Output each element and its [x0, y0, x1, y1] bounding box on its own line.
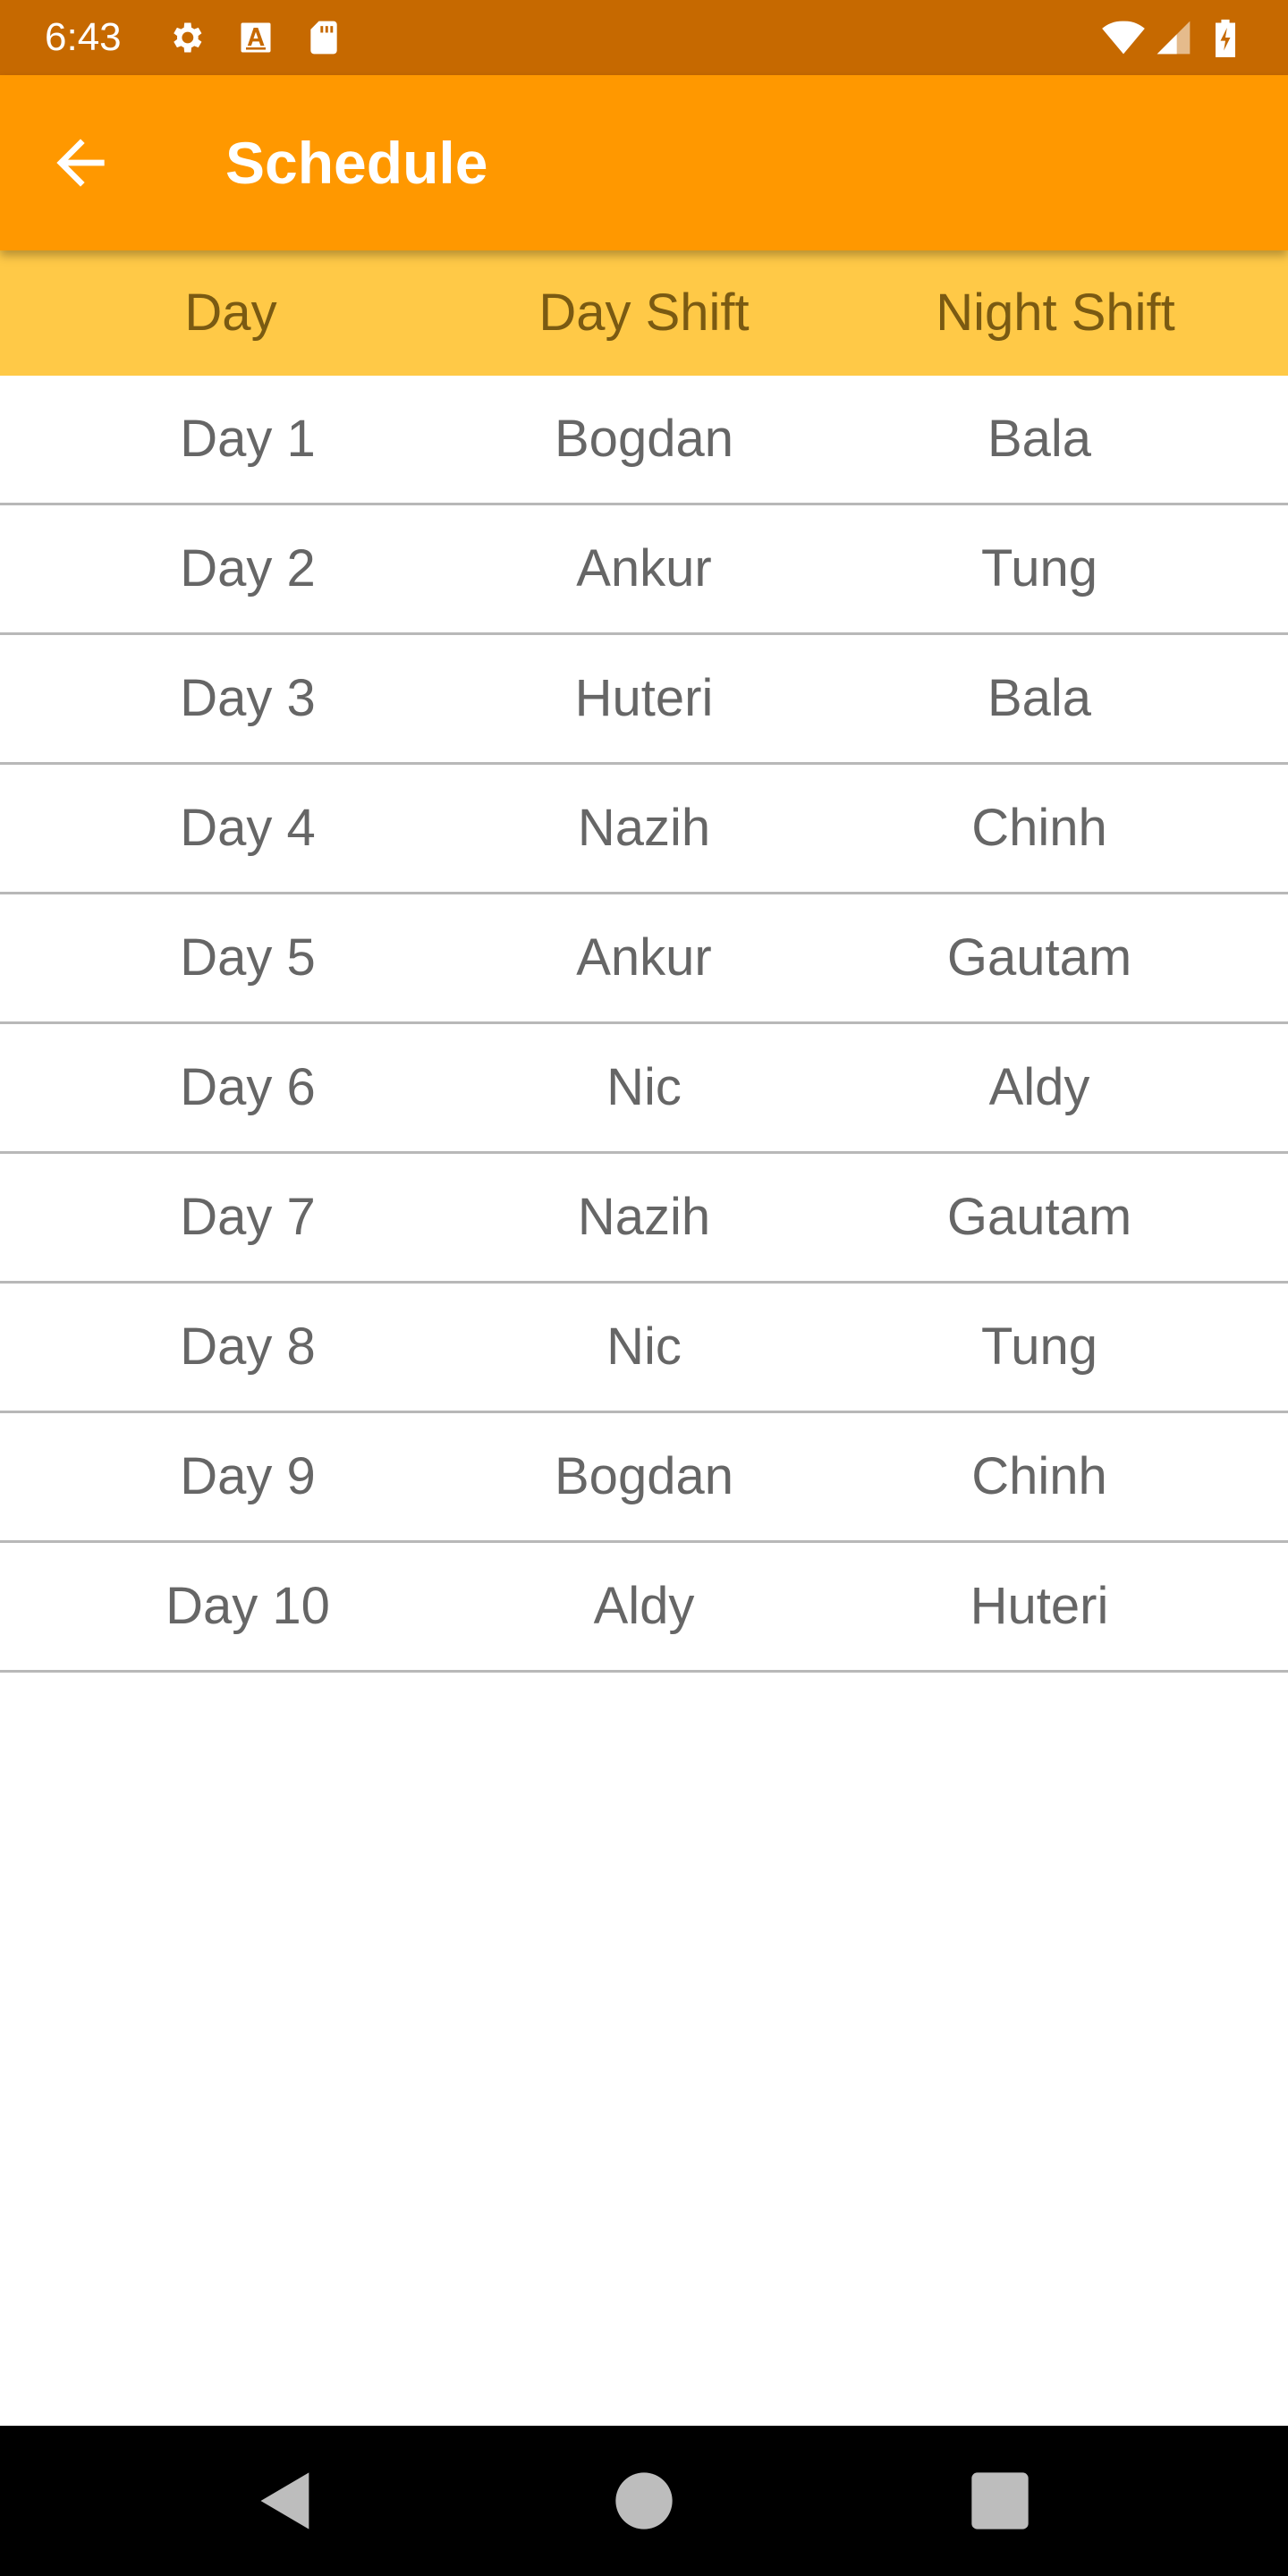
table-row[interactable]: Day 5 Ankur Gautam: [0, 894, 1288, 1024]
cell-night-shift: Tung: [980, 539, 1098, 597]
cell-night-shift: Chinh: [971, 799, 1107, 857]
cell-day: Day 8: [180, 1318, 316, 1376]
cell-day-shift: Ankur: [576, 928, 712, 987]
schedule-table-body: Day 1 Bogdan Bala Day 2 Ankur Tung Day 3…: [0, 376, 1288, 1673]
signal-icon: [1154, 18, 1193, 57]
table-row[interactable]: Day 6 Nic Aldy: [0, 1024, 1288, 1154]
wifi-icon: [1098, 18, 1148, 57]
cell-day: Day 2: [180, 539, 316, 597]
cell-day-shift: Ankur: [576, 539, 712, 597]
cell-night-shift: Bala: [987, 669, 1092, 727]
cell-day-shift: Huteri: [574, 669, 714, 727]
cell-day-shift: Nazih: [577, 1188, 711, 1246]
table-row[interactable]: Day 3 Huteri Bala: [0, 635, 1288, 765]
nav-home-button[interactable]: [610, 2467, 678, 2535]
page-title: Schedule: [225, 130, 488, 196]
cell-day: Day 5: [180, 928, 316, 987]
cell-day: Day 4: [180, 799, 316, 857]
cell-night-shift: Aldy: [988, 1058, 1090, 1116]
header-day-shift: Day Shift: [538, 284, 750, 342]
table-row[interactable]: Day 4 Nazih Chinh: [0, 765, 1288, 894]
battery-charging-icon: [1209, 18, 1241, 57]
nav-home-icon: [615, 2472, 673, 2529]
schedule-screen: 6:43 Schedule Day Day Shift Night Shift …: [0, 0, 1288, 2576]
cell-day-shift: Aldy: [593, 1577, 695, 1635]
table-row[interactable]: Day 2 Ankur Tung: [0, 505, 1288, 635]
cell-day-shift: Bogdan: [555, 1447, 733, 1505]
status-bar: 6:43: [0, 0, 1288, 75]
cell-night-shift: Bala: [987, 410, 1092, 468]
nav-back-button[interactable]: [252, 2467, 320, 2535]
table-row[interactable]: Day 7 Nazih Gautam: [0, 1154, 1288, 1284]
table-row[interactable]: Day 9 Bogdan Chinh: [0, 1413, 1288, 1543]
nav-back-icon: [260, 2472, 309, 2529]
table-row[interactable]: Day 8 Nic Tung: [0, 1284, 1288, 1413]
cell-day: Day 10: [165, 1577, 330, 1635]
app-bar: Schedule: [0, 75, 1288, 250]
cell-day-shift: Nic: [606, 1058, 682, 1116]
table-row[interactable]: Day 1 Bogdan Bala: [0, 376, 1288, 505]
nav-recents-button[interactable]: [966, 2467, 1034, 2535]
cell-day: Day 3: [180, 669, 316, 727]
nav-recents-icon: [971, 2472, 1029, 2529]
system-navigation-bar: [0, 2426, 1288, 2576]
header-night-shift: Night Shift: [936, 284, 1175, 342]
cell-night-shift: Chinh: [971, 1447, 1107, 1505]
cell-day: Day 6: [180, 1058, 316, 1116]
status-time: 6:43: [45, 15, 122, 59]
cell-night-shift: Huteri: [970, 1577, 1109, 1635]
cell-day-shift: Bogdan: [555, 410, 733, 468]
back-button[interactable]: [45, 127, 116, 199]
font-a-icon: [236, 18, 275, 57]
cell-night-shift: Gautam: [946, 928, 1132, 987]
cell-night-shift: Tung: [980, 1318, 1098, 1376]
cell-day-shift: Nazih: [577, 799, 711, 857]
gear-icon: [166, 18, 206, 57]
schedule-table-header: Day Day Shift Night Shift: [0, 250, 1288, 376]
cell-day: Day 1: [180, 410, 316, 468]
sd-card-icon: [304, 18, 343, 57]
header-day: Day: [184, 284, 277, 342]
cell-day: Day 9: [180, 1447, 316, 1505]
table-row[interactable]: Day 10 Aldy Huteri: [0, 1543, 1288, 1673]
cell-day-shift: Nic: [606, 1318, 682, 1376]
cell-night-shift: Gautam: [946, 1188, 1132, 1246]
cell-day: Day 7: [180, 1188, 316, 1246]
arrow-back-icon: [56, 139, 105, 187]
